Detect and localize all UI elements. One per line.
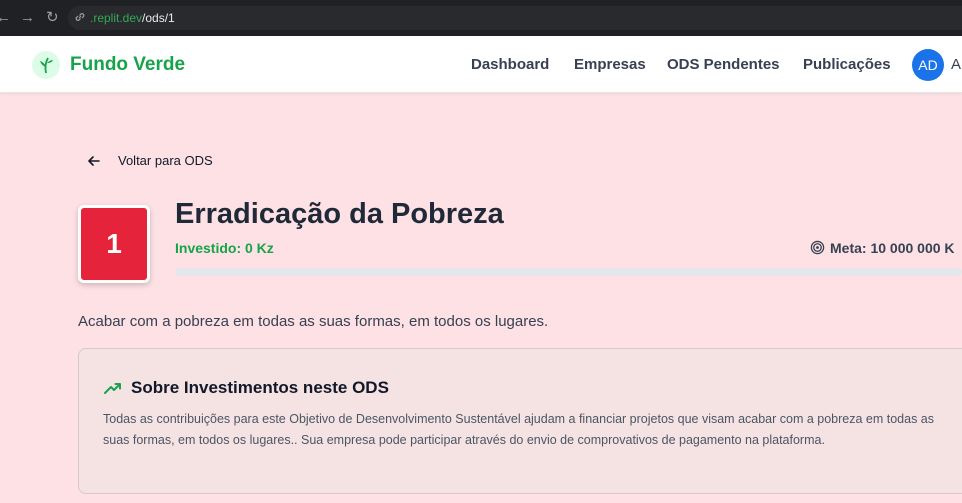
card-body: Todas as contribuições para este Objetiv… <box>103 412 935 447</box>
nav-publicacoes[interactable]: Publicações <box>803 56 891 73</box>
url-domain: .replit.dev <box>90 11 143 25</box>
ods-number-badge: 1 <box>78 205 150 283</box>
url-text[interactable]: .replit.dev/ods/1 <box>90 11 175 25</box>
link-icon <box>75 13 85 21</box>
nav-ods-pendentes[interactable]: ODS Pendentes <box>667 56 780 73</box>
card-title: Sobre Investimentos neste ODS <box>131 378 389 397</box>
investment-progress-bar <box>175 268 962 276</box>
arrow-left-icon <box>88 156 100 166</box>
invested-amount: Investido: 0 Kz <box>175 240 274 256</box>
goal-text: Meta: 10 000 000 K <box>830 240 955 256</box>
back-label: Voltar para ODS <box>118 153 213 168</box>
address-bar[interactable] <box>68 6 962 30</box>
avatar[interactable]: AD <box>912 49 944 81</box>
reload-icon[interactable]: ↻ <box>46 9 59 27</box>
leaf-logo-icon[interactable] <box>32 51 60 79</box>
back-nav-icon[interactable]: ← <box>0 9 11 27</box>
app-header: Fundo Verde Dashboard Empresas ODS Pende… <box>0 36 962 93</box>
page-title: Erradicação da Pobreza <box>175 198 504 230</box>
investment-info-card: Sobre Investimentos neste ODS Todas as c… <box>78 348 962 494</box>
forward-nav-icon[interactable]: → <box>20 9 35 27</box>
trending-up-icon <box>104 383 121 394</box>
nav-dashboard[interactable]: Dashboard <box>471 56 549 73</box>
brand-name[interactable]: Fundo Verde <box>70 54 185 76</box>
ods-description: Acabar com a pobreza em todas as suas fo… <box>78 313 549 330</box>
user-name[interactable]: A <box>951 56 961 73</box>
target-icon <box>810 240 825 255</box>
browser-toolbar: ← → ↻ .replit.dev/ods/1 <box>0 0 962 36</box>
nav-empresas[interactable]: Empresas <box>574 56 646 73</box>
url-path: /ods/1 <box>142 11 175 25</box>
